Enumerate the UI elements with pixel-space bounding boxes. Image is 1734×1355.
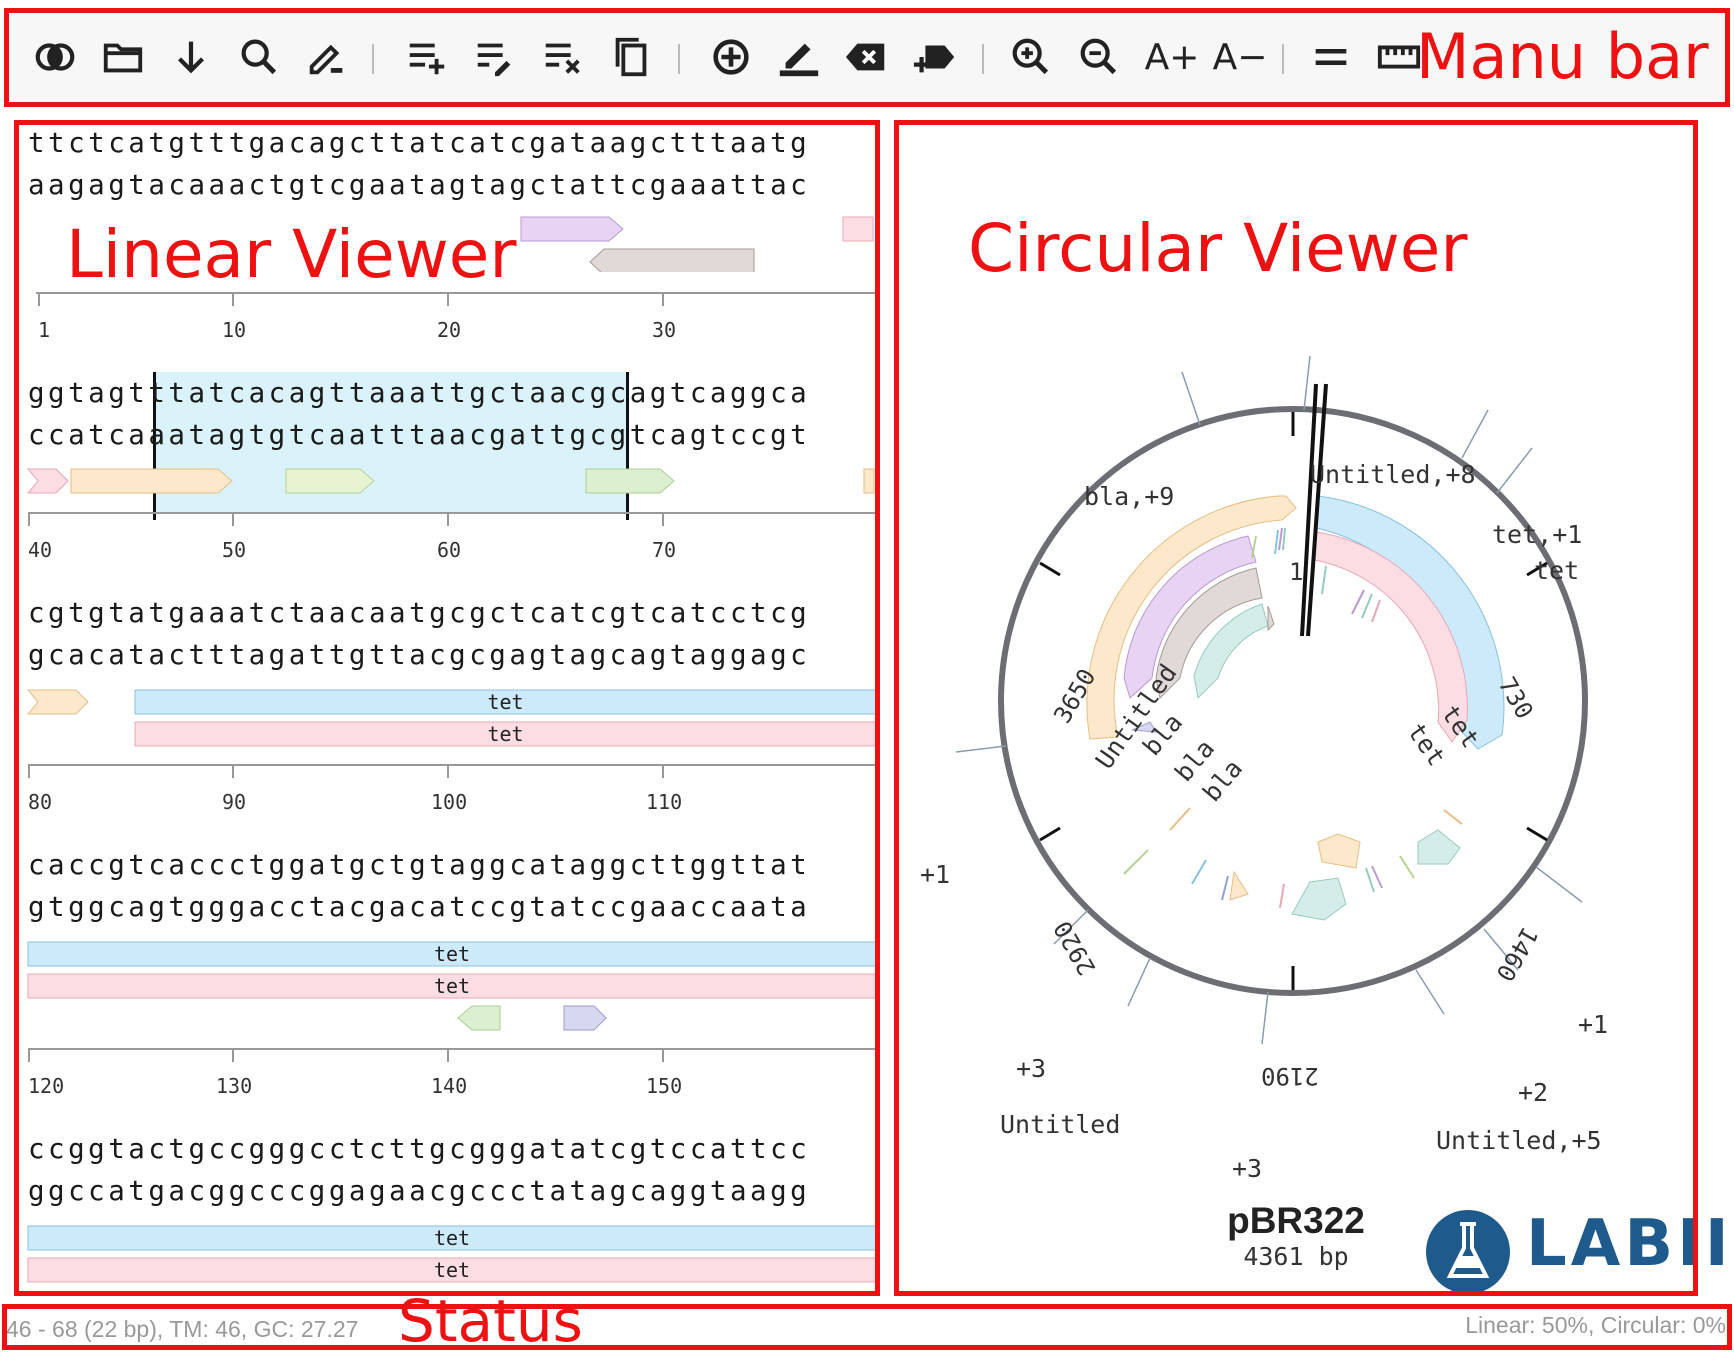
circular-viewer-annotation-box (894, 120, 1698, 1296)
linear-viewer-label: Linear Viewer (66, 216, 517, 293)
circular-viewer-label: Circular Viewer (968, 210, 1468, 287)
status-label: Status (398, 1287, 583, 1355)
linear-viewer-annotation-box (14, 120, 880, 1296)
status-annotation-box (2, 1304, 1732, 1350)
menu-bar-label: Manu bar (1416, 20, 1709, 93)
